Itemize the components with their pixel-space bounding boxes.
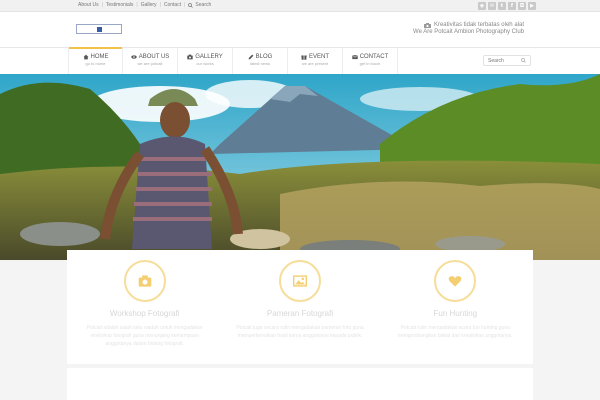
nav-label-gallery: Gallery — [195, 54, 223, 60]
nav-sub-about-us: we are potcait — [137, 61, 163, 66]
feature-exhibition: Pameran Fotografi Potcait juga secara ru… — [222, 250, 377, 364]
content-area-lower — [67, 368, 533, 400]
social-icons: ◉ ✉ t f ◘ ▶ — [478, 2, 536, 10]
feature-title: Workshop Fotografi — [109, 309, 180, 318]
nav-search-box — [483, 55, 531, 66]
twitter-icon[interactable]: t — [498, 2, 506, 10]
feature-title: Fun Hunting — [433, 309, 478, 318]
nav-sub-blog: latest news — [249, 61, 270, 66]
home-icon — [83, 54, 88, 60]
top-utility-bar: About Us | Testimonials | Gallery | Contact… — [0, 0, 600, 12]
nav-label-home: Home — [90, 54, 109, 60]
features-panel: Workshop Fotografi Potcait adalah salah … — [67, 250, 533, 364]
top-link-contact[interactable]: Contact — [164, 2, 181, 8]
top-link-testimonials[interactable]: Testimonials — [106, 2, 134, 8]
nav-item-about-us[interactable]: About Us we are potcait — [123, 48, 178, 74]
header-tagline: Kreativitas tidak terbatas oleh alat We … — [413, 22, 524, 36]
image-icon — [292, 275, 307, 287]
nav-item-blog[interactable]: Blog latest news — [233, 48, 288, 74]
search-input[interactable] — [488, 57, 520, 64]
site-header: Kreativitas tidak terbatas oleh alat We … — [0, 12, 600, 47]
feature-title: Pameran Fotografi — [266, 309, 334, 318]
facebook-icon[interactable]: f — [508, 2, 516, 10]
hero-photo — [0, 74, 600, 260]
eye-icon — [131, 55, 137, 59]
feature-icon-ring — [434, 260, 477, 302]
top-search-label: Search — [195, 2, 212, 8]
envelope-icon — [351, 54, 358, 60]
feature-workshop: Workshop Fotografi Potcait adalah salah … — [67, 250, 222, 364]
feature-description: Potcait juga secara rutin mengadakan pam… — [236, 325, 364, 339]
instagram-icon[interactable]: ◘ — [518, 2, 526, 10]
top-search-link[interactable]: Search — [188, 2, 211, 8]
logo-mark-icon — [96, 26, 102, 32]
nav-sub-contact: get in touch — [359, 61, 381, 66]
gift-icon — [301, 55, 307, 60]
youtube-icon[interactable]: ▶ — [528, 2, 536, 10]
nav-sub-home: go to home — [85, 61, 106, 66]
tagline-line-1: Kreativitas tidak terbatas oleh alat — [433, 22, 524, 28]
feature-fun-hunting: Fun Hunting Potcait rutin mengadakan aca… — [378, 250, 533, 364]
tagline-line-2: We Are Potcait Ambion Photography Club — [413, 29, 524, 35]
rss-icon[interactable]: ◉ — [478, 2, 486, 10]
nav-item-home[interactable]: Home go to home — [68, 47, 123, 74]
heart-icon — [449, 276, 462, 287]
camera-icon — [423, 23, 431, 28]
nav-item-gallery[interactable]: Gallery our works — [178, 48, 233, 74]
feature-icon-ring — [123, 260, 166, 302]
top-link-about[interactable]: About Us — [78, 2, 99, 8]
camera-icon — [187, 54, 193, 60]
feature-icon-ring — [278, 260, 321, 302]
nav-item-contact[interactable]: Contact get in touch — [343, 48, 398, 74]
search-icon — [188, 2, 194, 8]
feature-description: Potcait rutin mengadakan acara fun hunti… — [397, 325, 513, 339]
site-logo[interactable] — [76, 24, 122, 34]
search-icon[interactable] — [521, 58, 526, 63]
camera-icon — [138, 275, 151, 287]
hero-banner-image — [0, 74, 600, 260]
nav-sub-event: we are present — [301, 61, 329, 66]
nav-label-blog: Blog — [255, 54, 273, 60]
top-link-gallery[interactable]: Gallery — [141, 2, 157, 8]
nav-sub-gallery: our works — [196, 61, 214, 66]
nav-label-about-us: About Us — [138, 54, 170, 60]
nav-label-event: Event — [308, 54, 329, 60]
email-icon[interactable]: ✉ — [488, 2, 496, 10]
nav-item-event[interactable]: Event we are present — [288, 48, 343, 74]
nav-label-contact: Contact — [359, 54, 389, 60]
main-nav: Home go to home About Us we are potcait … — [0, 47, 600, 74]
top-links: About Us | Testimonials | Gallery | Contact… — [78, 2, 212, 8]
pencil-icon — [248, 54, 254, 60]
feature-description: Potcait adalah salah satu wadah untuk me… — [86, 325, 203, 347]
